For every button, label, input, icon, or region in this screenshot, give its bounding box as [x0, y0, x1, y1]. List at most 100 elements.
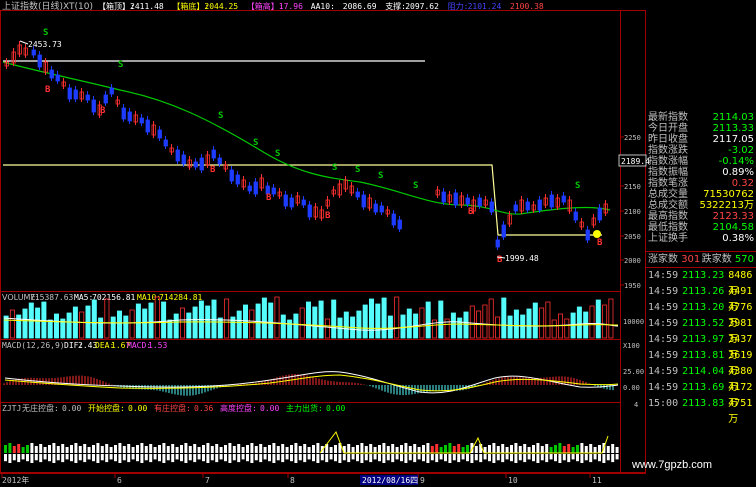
tick-row[interactable]: 14:59 2113.23 8486万 [646, 268, 756, 297]
tick-row[interactable]: 14:59 2113.69 4172万 [646, 380, 756, 409]
tick-row[interactable]: 14:59 2113.26 4491万 [646, 284, 756, 313]
zjtj-bar [316, 443, 320, 453]
info-row-label: 最低指数 [648, 222, 688, 233]
zjtj-bar [360, 443, 364, 453]
macd-axis-top: 25.00 [623, 368, 644, 376]
zjtj-bar [404, 443, 408, 453]
date-tick-label: 2012年 [2, 475, 29, 485]
zjtj-bar [303, 454, 307, 463]
tick-row[interactable]: 15:00 2113.83 4751万 [646, 396, 756, 425]
info-panel: 最新指数 2114.03 今日开盘 2113.33 昨日收盘 2117.05 指数涨跌 -3.… [646, 112, 756, 487]
candle-body [73, 89, 78, 100]
zjtj-bar [122, 454, 126, 461]
volume-bar [35, 307, 41, 339]
zjtj-bar [70, 445, 73, 453]
zjtj-bar [276, 454, 280, 461]
zjtj-indicator-value: 0.00 [326, 404, 345, 413]
volume-bar [520, 314, 526, 339]
zjtj-bar [184, 454, 188, 463]
zjtj-bar [422, 454, 425, 462]
candle-body [501, 224, 506, 238]
sell-signal: S [43, 28, 48, 38]
tick-price: 2113.26 [682, 286, 725, 297]
zjtj-title: ZJTJ [2, 404, 21, 413]
info-row: 最高指数 2123.33 [646, 211, 756, 222]
zjtj-bar [540, 454, 544, 461]
zjtj-bar [611, 444, 615, 453]
zjtj-bar [83, 444, 87, 453]
info-row-label: 指数振幅 [648, 167, 688, 178]
buy-signal: B [100, 106, 106, 116]
tick-price: 2113.81 [682, 350, 725, 361]
candle-body [157, 129, 162, 139]
volume-bar [539, 307, 545, 339]
volume-bar [494, 316, 500, 339]
volume-bar [526, 308, 532, 339]
zjtj-bar [171, 454, 175, 463]
zjtj-bar [549, 447, 553, 453]
volume-bar [9, 309, 15, 339]
zjtj-bar [576, 445, 579, 453]
zjtj-bar [536, 443, 540, 453]
volume-unit: X100 [623, 342, 640, 350]
tick-row[interactable]: 14:59 2114.04 4380万 [646, 364, 756, 393]
candle-body [175, 149, 180, 162]
chart-canvas[interactable]: 上证指数(日线)XT(10) 【箱顶】:2411.48 【箱底】:2044.25 【… [0, 0, 756, 487]
tick-volume: 4751万 [728, 398, 753, 425]
zjtj-bar [329, 447, 333, 453]
zjtj-bar [439, 454, 443, 460]
tick-row[interactable]: 14:59 2113.20 4776万 [646, 300, 756, 329]
low-price-label: 1999.48 [505, 254, 539, 263]
candle-body [525, 201, 530, 211]
zjtj-bar [598, 454, 601, 462]
zjtj-bar [78, 446, 82, 453]
tick-price: 2114.04 [682, 366, 725, 377]
header-indicator-value: 2097.62 [405, 2, 439, 11]
date-axis: 2012年 6 7 8 9 10 11 [1, 473, 602, 485]
volume-bar [261, 297, 267, 339]
sell-signal: S [118, 60, 123, 70]
zjtj-bar [554, 445, 557, 453]
header-indicator-value: 17.96 [279, 2, 303, 11]
tick-volume: 3619万 [728, 350, 753, 377]
zjtj-bar [457, 454, 461, 463]
zjtj-bar [259, 444, 263, 453]
zjtj-bar [26, 445, 29, 453]
zjtj-indicator-label: 有庄控盘: [154, 403, 191, 413]
volume-bar [287, 319, 293, 339]
zjtj-bar [114, 445, 117, 453]
zjtj-bar [109, 447, 113, 453]
date-tick-label: 6 [117, 476, 122, 485]
volume-bar [551, 319, 557, 339]
zjtj-bar [584, 446, 588, 453]
volume-bar [331, 299, 337, 339]
volume-bar [463, 311, 469, 339]
info-row: 上证换手 0.38% [646, 233, 756, 244]
zjtj-bar [510, 454, 513, 462]
header-indicator-value: 2411.48 [130, 2, 164, 11]
zjtj-bar [312, 445, 315, 453]
tick-price: 2113.69 [682, 382, 725, 393]
volume-bar [387, 315, 393, 339]
candle-body [67, 87, 72, 100]
zjtj-bar [479, 454, 483, 463]
zjtj-bar [435, 444, 439, 453]
volume-bar [356, 310, 362, 339]
tick-row[interactable]: 14:59 2113.81 3619万 [646, 348, 756, 377]
zjtj-bar [202, 445, 205, 453]
zjtj-bar [510, 445, 513, 453]
zjtj-bar [576, 454, 579, 462]
tick-row[interactable]: 14:59 2113.52 3981万 [646, 316, 756, 345]
zjtj-bar [532, 445, 535, 453]
zjtj-bar [422, 445, 425, 453]
zjtj-bar [554, 454, 557, 462]
header-indicators: 【箱顶】:2411.48 【箱底】:2044.25 【箱高】:17.96 AA10: 2… [98, 1, 544, 11]
tick-list[interactable]: 14:59 2113.23 8486万 14:59 2113.26 4491万 14:59 2… [646, 268, 756, 425]
zjtj-bar [78, 454, 82, 461]
zjtj-bar [386, 446, 390, 453]
volume-bar [362, 304, 368, 339]
zjtj-bar [228, 443, 232, 453]
zjtj-bar [127, 454, 131, 463]
zjtj-indicator-label: 高度控盘: [220, 403, 257, 413]
tick-row[interactable]: 14:59 2113.97 3437万 [646, 332, 756, 361]
